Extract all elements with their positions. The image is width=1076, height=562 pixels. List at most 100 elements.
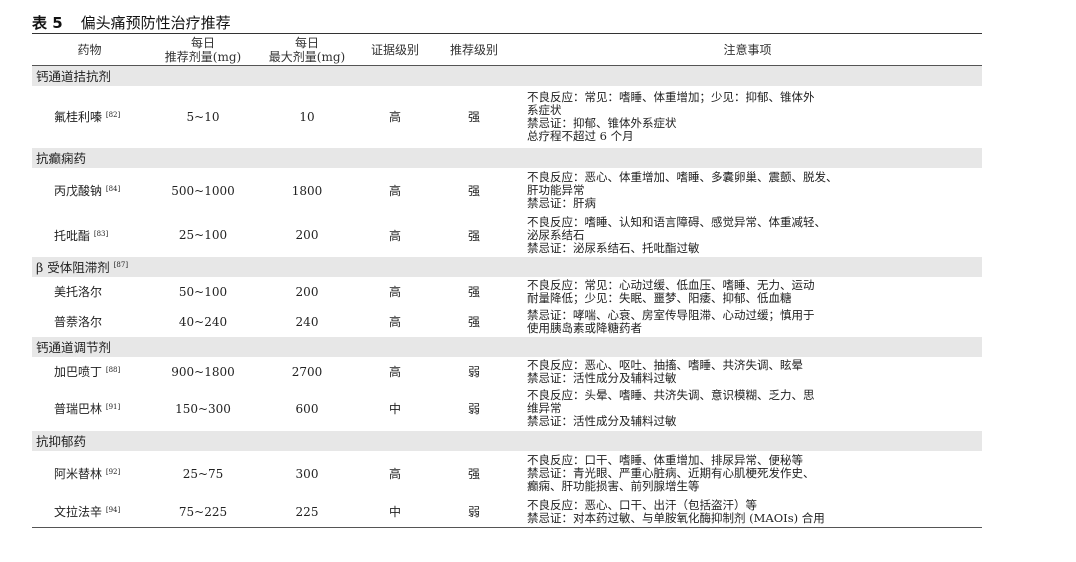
drug-name: 加巴喷丁 <box>54 365 103 379</box>
recommendation-level: 强 <box>467 315 480 329</box>
max-dose: 200 <box>295 284 319 299</box>
header-rec-dose-line1: 每日 <box>190 35 215 50</box>
drug-name: 托吡酯 <box>54 228 91 243</box>
category-label: 抗抑郁药 <box>36 434 87 449</box>
drug-reference: [82] <box>105 111 121 119</box>
note-line: 癫痫、肝功能损害、前列腺增生等 <box>527 479 700 493</box>
category-cell: β 受体阻滞剂 [87] <box>32 257 982 277</box>
recommendation-level: 弱 <box>435 496 513 528</box>
drug-name-cell: 丙戊酸钠 [84] <box>32 168 147 214</box>
drug-name: 美托洛尔 <box>54 285 103 299</box>
notes-cell: 不良反应：头晕、嗜睡、共济失调、意识模糊、乏力、思 维异常 禁忌证：活性成分及辅料过… <box>513 387 982 431</box>
table-caption: 表 5 偏头痛预防性治疗推荐 <box>32 12 231 33</box>
note-line: 禁忌证：活性成分及辅料过敏 <box>527 414 677 428</box>
drug-name-cell: 加巴喷丁 [88] <box>32 357 147 387</box>
max-dose: 600 <box>295 401 319 416</box>
category-cell: 抗抑郁药 <box>32 431 982 451</box>
table-number: 表 5 <box>32 14 63 32</box>
notes-cell: 不良反应：恶心、体重增加、嗜睡、多囊卵巢、震颤、脱发、 肝功能异常 禁忌证：肝病 <box>513 168 982 214</box>
drug-name: 普瑞巴林 <box>54 402 103 416</box>
category-cell: 钙通道拮抗剂 <box>32 66 982 86</box>
max-dose: 2700 <box>291 364 323 379</box>
header-drug: 药物 <box>32 33 147 66</box>
drug-name-cell: 文拉法辛 [94] <box>32 496 147 528</box>
evidence-level: 高 <box>388 315 401 329</box>
recommendation-level: 弱 <box>467 365 480 379</box>
recommended-dose: 5~10 <box>186 109 220 124</box>
note-line: 不良反应：常见：心动过缓、低血压、嗜睡、无力、运动 <box>527 277 815 292</box>
drug-reference: [83] <box>93 229 109 238</box>
prevention-therapy-table: 药物 每日 推荐剂量(mg) 每日 最大剂量(mg) 证据级别 推荐级别 注意事… <box>32 33 982 528</box>
notes-cell: 不良反应：常见：嗜睡、体重增加；少见：抑郁、锥体外 系症状 禁忌证：抑郁、锥体外系症… <box>513 86 982 148</box>
drug-name: 氟桂利嗪 <box>54 110 103 124</box>
drug-name-cell: 氟桂利嗪 [82] <box>32 86 147 148</box>
drug-row: 文拉法辛 [94] 75~225 225 中弱不良反应：恶心、口干、出汗（包括盗汗）等… <box>32 496 982 528</box>
note-line: 使用胰岛素或降糖药者 <box>527 320 642 335</box>
drug-reference: [94] <box>105 506 121 514</box>
header-notes: 注意事项 <box>513 33 982 66</box>
note-line: 禁忌证：抑郁、锥体外系症状 <box>527 115 677 130</box>
category-label: 钙通道调节剂 <box>36 340 112 355</box>
max-dose: 225 <box>259 496 355 528</box>
category-label: 抗癫痫药 <box>36 151 87 166</box>
notes-cell: 不良反应：口干、嗜睡、体重增加、排尿异常、便秘等 禁忌证：青光眼、严重心脏病、近期… <box>513 451 982 497</box>
category-row: 钙通道调节剂 <box>32 336 982 357</box>
drug-reference: [91] <box>105 403 121 411</box>
note-line: 不良反应：恶心、口干、出汗（包括盗汗）等 <box>527 497 757 512</box>
drug-name: 阿米替林 <box>54 467 103 481</box>
header-recommendation: 推荐级别 <box>435 33 513 66</box>
max-dose: 200 <box>295 228 319 242</box>
category-row: 抗抑郁药 <box>32 430 982 451</box>
drug-row: 阿米替林 [92] 25~75 300 高 强 不良反应：口干、嗜睡、体重增加、排尿异常、… <box>32 451 982 497</box>
max-dose: 1800 <box>291 183 323 198</box>
drug-name-cell: 阿米替林 [92] <box>32 451 147 497</box>
category-label: 钙通道拮抗剂 <box>36 69 112 85</box>
note-line: 泌尿系结石 <box>527 227 585 242</box>
evidence-level: 中 <box>355 496 435 528</box>
note-line: 不良反应：头晕、嗜睡、共济失调、意识模糊、乏力、思 <box>527 388 815 402</box>
recommendation-level: 强 <box>467 467 480 481</box>
notes-cell: 不良反应：恶心、口干、出汗（包括盗汗）等 禁忌证：对本药过敏、与单胺氧化酶抑制剂 … <box>513 496 982 528</box>
note-line: 禁忌证：肝病 <box>527 196 596 210</box>
drug-name-cell: 美托洛尔 <box>32 277 147 307</box>
table-body: 钙通道拮抗剂 氟桂利嗪 [82] 5~10 10 高强不良反应：常见：嗜睡、体重增加；少… <box>32 65 982 528</box>
drug-name-cell: 普瑞巴林 [91] <box>32 387 147 431</box>
category-row: 抗癫痫药 <box>32 147 982 168</box>
drug-row: 美托洛尔 50~100 200 高 强 不良反应：常见：心动过缓、低血压、嗜睡、无力、运动… <box>32 277 982 307</box>
header-max-dose-line1: 每日 <box>294 35 319 50</box>
drug-reference: [88] <box>105 366 121 374</box>
note-line: 总疗程不超过 6 个月 <box>527 128 634 143</box>
header-max-dose-line2: 最大剂量(mg) <box>268 49 346 64</box>
drug-reference: [84] <box>105 185 121 193</box>
notes-cell: 不良反应：常见：心动过缓、低血压、嗜睡、无力、运动 耐量降低；少见：失眠、噩梦、阳… <box>513 277 982 307</box>
note-line: 不良反应：常见：嗜睡、体重增加；少见：抑郁、锥体外 <box>527 89 815 104</box>
category-row: β 受体阻滞剂 [87] <box>32 256 982 277</box>
recommended-dose: 50~100 <box>178 284 228 299</box>
drug-row: 加巴喷丁 [88] 900~1800 2700 高 弱 不良反应：恶心、呕吐、抽搐、嗜睡、… <box>32 357 982 387</box>
note-line: 禁忌证：对本药过敏、与单胺氧化酶抑制剂 (MAOIs) 合用 <box>527 510 825 525</box>
drug-name: 普萘洛尔 <box>54 315 103 329</box>
drug-name-cell: 托吡酯 [83] <box>32 214 147 257</box>
drug-row: 丙戊酸钠 [84] 500~1000 1800 高 强 不良反应：恶心、体重增加、嗜睡、多… <box>32 168 982 214</box>
max-dose: 240 <box>295 314 319 329</box>
recommended-dose: 500~1000 <box>171 183 235 198</box>
note-line: 禁忌证：哮喘、心衰、房室传导阻滞、心动过缓；慎用于 <box>527 307 815 322</box>
note-line: 系症状 <box>527 102 562 117</box>
header-rec-dose-line2: 推荐剂量(mg) <box>164 49 242 64</box>
note-line: 禁忌证：活性成分及辅料过敏 <box>527 370 677 385</box>
category-reference: [87] <box>113 260 129 269</box>
recommendation-level: 强 <box>467 110 480 124</box>
table-title: 偏头痛预防性治疗推荐 <box>80 14 231 32</box>
recommendation-level: 强 <box>467 184 480 198</box>
recommended-dose: 150~300 <box>175 401 231 416</box>
recommendation-level: 强 <box>467 285 480 299</box>
category-cell: 钙通道调节剂 <box>32 337 982 357</box>
note-line: 不良反应：嗜睡、认知和语言障碍、感觉异常、体重减轻、 <box>527 214 826 229</box>
header-rec-dose: 每日 推荐剂量(mg) <box>147 33 259 66</box>
recommendation-level: 弱 <box>467 402 480 416</box>
recommended-dose: 25~100 <box>178 228 228 242</box>
header-row: 药物 每日 推荐剂量(mg) 每日 最大剂量(mg) 证据级别 推荐级别 注意事… <box>32 33 982 66</box>
recommendation-level: 强 <box>467 228 480 243</box>
max-dose: 10 <box>299 109 315 124</box>
header-evidence: 证据级别 <box>355 33 435 66</box>
